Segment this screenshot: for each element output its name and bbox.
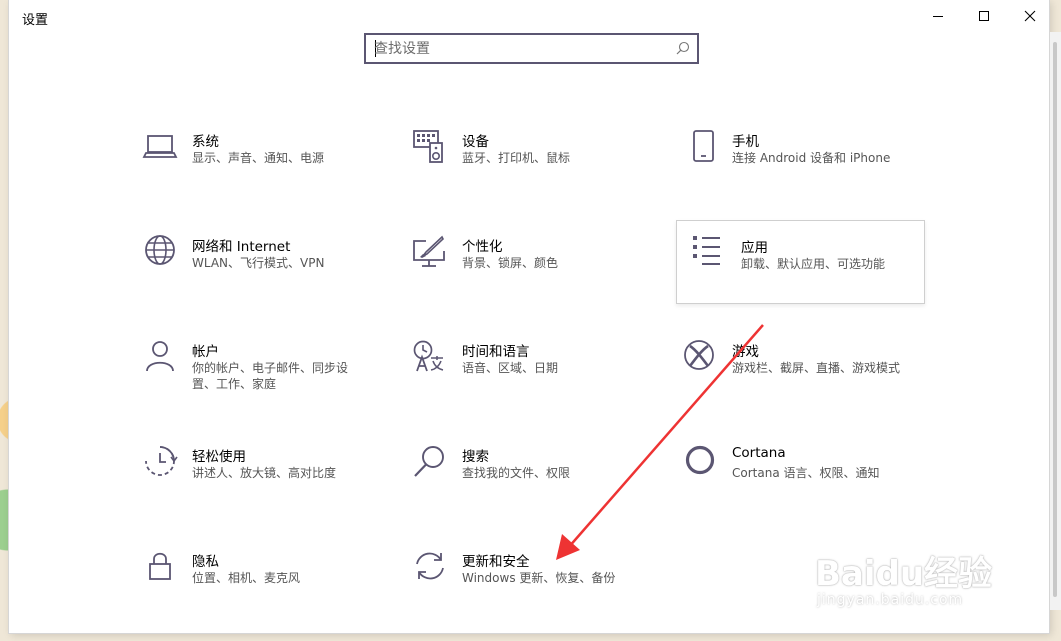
maximize-icon — [979, 11, 989, 21]
tile-update-security[interactable]: 更新和安全 Windows 更新、恢复、备份 — [412, 550, 662, 634]
tile-title: Cortana — [732, 445, 786, 461]
title-bar: 设置 — [9, 0, 1049, 32]
minimize-button[interactable] — [915, 0, 961, 32]
tile-phone[interactable]: 手机 连接 Android 设备和 iPhone — [682, 130, 932, 214]
tile-description: Cortana 语言、权限、通知 — [732, 466, 880, 480]
close-icon — [1024, 10, 1036, 22]
tile-title: 轻松使用 — [192, 449, 246, 465]
tile-title: 设备 — [462, 134, 489, 150]
watermark-url: jingyan.baidu.com — [817, 592, 964, 608]
maximize-button[interactable] — [961, 0, 1007, 32]
minimize-icon — [933, 16, 943, 17]
tile-devices[interactable]: 设备 蓝牙、打印机、鼠标 — [412, 130, 662, 214]
close-button[interactable] — [1007, 0, 1053, 32]
tile-system[interactable]: 系统 显示、声音、通知、电源 — [142, 130, 392, 214]
tile-privacy[interactable]: 隐私 位置、相机、麦克风 — [142, 550, 392, 634]
tile-title: 个性化 — [462, 239, 503, 255]
tile-personalization[interactable]: 个性化 背景、锁屏、颜色 — [412, 235, 662, 319]
tile-search[interactable]: 搜索 查找我的文件、权限 — [412, 445, 662, 529]
tile-title: 手机 — [732, 134, 759, 150]
tile-time-language[interactable]: 时间和语言 语音、区域、日期 — [412, 340, 662, 424]
tile-description: 位置、相机、麦克风 — [192, 571, 301, 585]
watermark-logo: Baidu经验 — [815, 554, 993, 594]
tile-description: 语音、区域、日期 — [462, 361, 559, 375]
person-icon — [142, 340, 178, 378]
tile-title: 搜索 — [462, 449, 489, 465]
window-title: 设置 — [22, 13, 49, 28]
keyboard-speaker-icon — [412, 130, 448, 168]
time-language-icon — [412, 340, 448, 378]
laptop-icon — [142, 130, 178, 168]
ease-of-access-icon — [142, 445, 178, 483]
paint-screen-icon — [412, 235, 448, 273]
tile-description: 查找我的文件、权限 — [462, 466, 571, 480]
tile-description: WLAN、飞行模式、VPN — [192, 256, 325, 270]
tile-title: 游戏 — [732, 344, 759, 360]
tile-description: 蓝牙、打印机、鼠标 — [462, 151, 571, 165]
tile-description: 显示、声音、通知、电源 — [192, 151, 325, 165]
tile-accounts[interactable]: 帐户 你的帐户、电子邮件、同步设置、工作、家庭 — [142, 340, 392, 424]
scrollbar-thumb[interactable] — [1053, 42, 1057, 597]
lock-icon — [142, 550, 178, 588]
cortana-ring-icon — [682, 445, 718, 483]
tile-ease-of-access[interactable]: 轻松使用 讲述人、放大镜、高对比度 — [142, 445, 392, 529]
tile-title: 更新和安全 — [462, 554, 530, 570]
globe-icon — [142, 235, 178, 273]
tile-apps[interactable]: 应用 卸载、默认应用、可选功能 — [676, 220, 925, 304]
tile-description: Windows 更新、恢复、备份 — [462, 571, 616, 585]
phone-icon — [682, 130, 718, 168]
tile-title: 时间和语言 — [462, 344, 530, 360]
baidu-watermark: Baidu经验 jingyan.baidu.com — [815, 530, 1005, 610]
xbox-icon — [682, 340, 718, 378]
tile-cortana[interactable]: Cortana Cortana 语言、权限、通知 — [682, 445, 932, 529]
search-input[interactable] — [374, 38, 664, 59]
app-list-icon — [691, 235, 727, 273]
search-box[interactable] — [364, 33, 699, 64]
search-magnifier-icon — [676, 41, 690, 55]
tile-title: 应用 — [741, 240, 768, 256]
tile-title: 隐私 — [192, 554, 219, 570]
tile-network[interactable]: 网络和 Internet WLAN、飞行模式、VPN — [142, 235, 392, 319]
tile-gaming[interactable]: 游戏 游戏栏、截屏、直播、游戏模式 — [682, 340, 932, 424]
tile-description: 你的帐户、电子邮件、同步设置、工作、家庭 — [192, 361, 349, 391]
tile-description: 背景、锁屏、颜色 — [462, 256, 559, 270]
tile-description: 游戏栏、截屏、直播、游戏模式 — [732, 361, 901, 375]
search-icon — [412, 445, 448, 483]
sync-icon — [412, 550, 448, 588]
tile-title: 网络和 Internet — [192, 239, 291, 255]
tile-description: 卸载、默认应用、可选功能 — [741, 257, 886, 271]
tile-title: 帐户 — [192, 344, 219, 360]
tile-description: 连接 Android 设备和 iPhone — [732, 151, 891, 165]
tile-description: 讲述人、放大镜、高对比度 — [192, 466, 337, 480]
scrollbar[interactable] — [1050, 32, 1061, 610]
tile-title: 系统 — [192, 134, 219, 150]
